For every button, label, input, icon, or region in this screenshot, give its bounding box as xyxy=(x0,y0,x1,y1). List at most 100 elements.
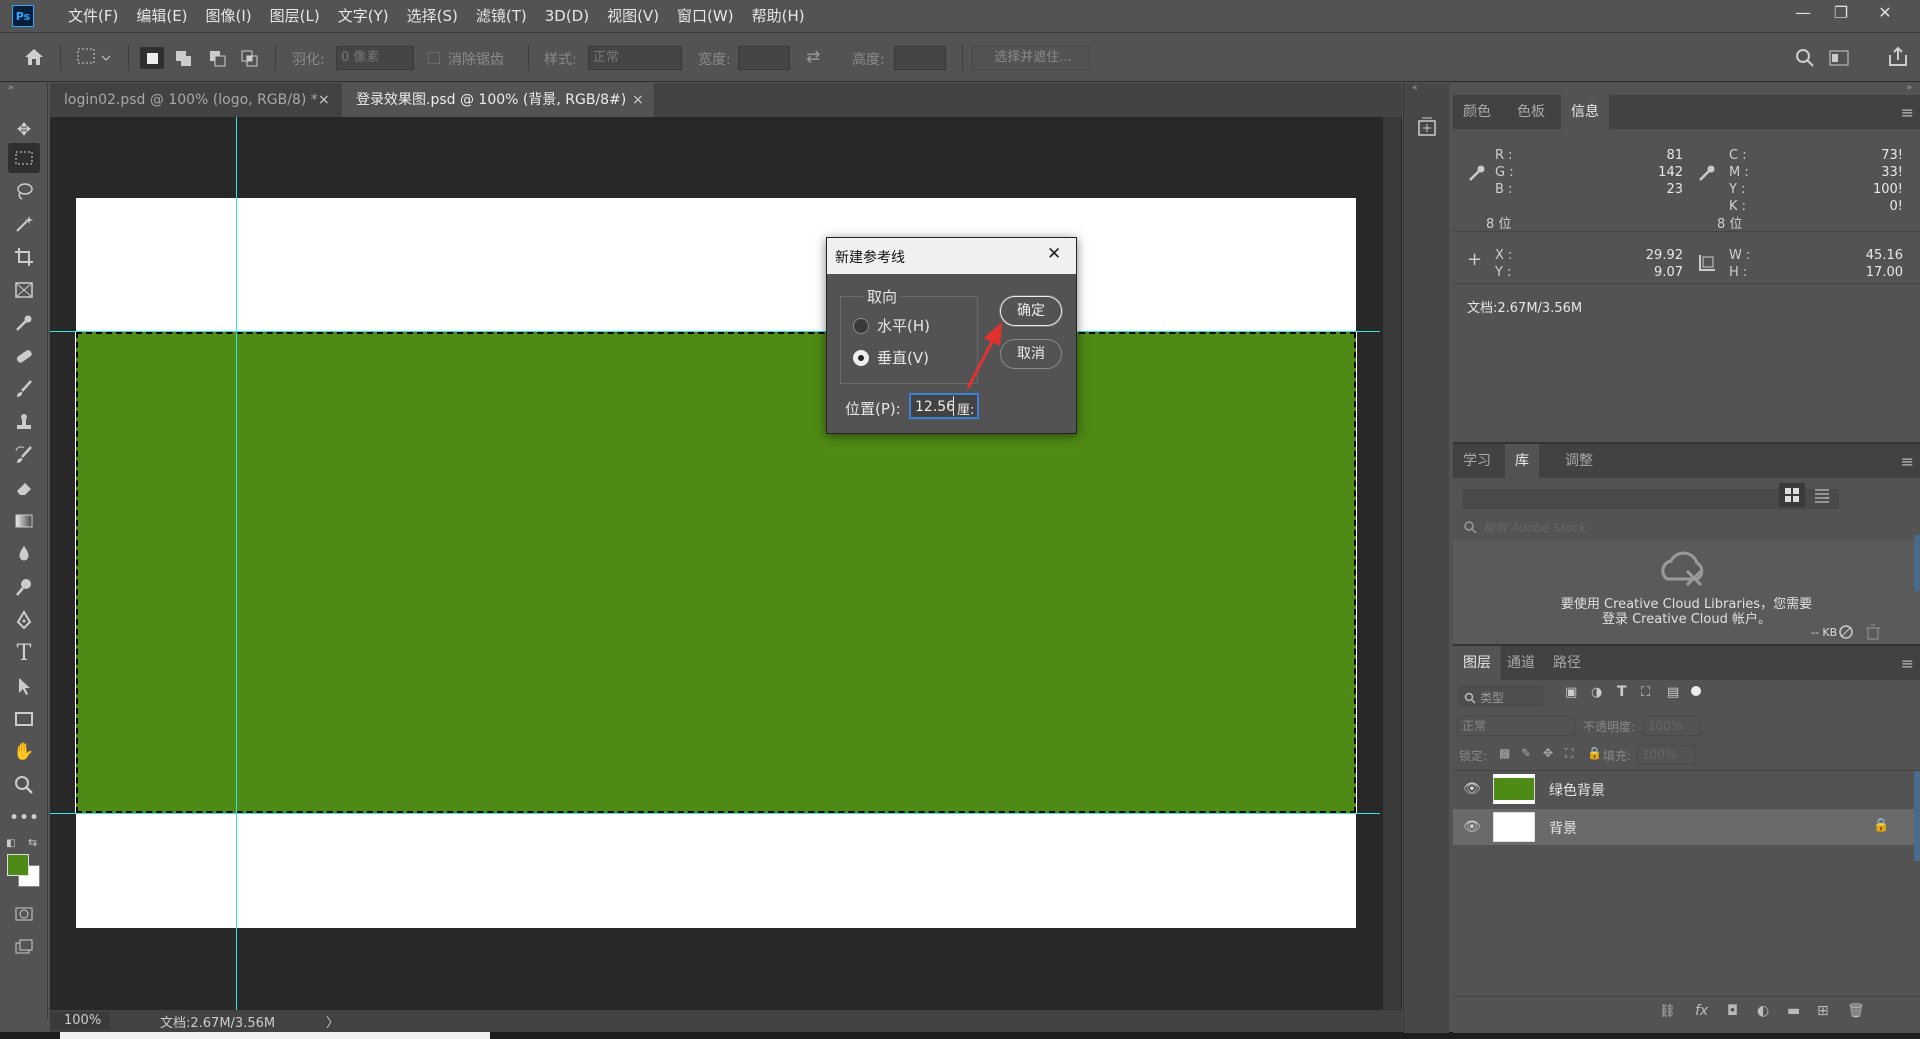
style-select[interactable]: 正常 xyxy=(588,46,682,70)
more-tools-icon[interactable]: ••• xyxy=(8,803,40,833)
collapse-right-icon[interactable]: » xyxy=(1906,83,1912,93)
hand-icon[interactable]: ✋ xyxy=(8,737,40,767)
menu-view[interactable]: 视图(V) xyxy=(598,0,668,32)
tab-learn[interactable]: 学习 xyxy=(1453,444,1501,478)
clone-stamp-icon[interactable] xyxy=(8,407,40,437)
tab-close-icon[interactable]: × xyxy=(318,83,330,117)
cancel-button[interactable]: 取消 xyxy=(1000,339,1062,369)
vertical-guide[interactable] xyxy=(236,117,237,1010)
grid-view-icon[interactable] xyxy=(1779,483,1805,507)
subtract-selection-icon[interactable] xyxy=(206,47,230,69)
layer-row-background[interactable]: 👁 背景 🔒 xyxy=(1453,809,1920,845)
vertical-radio-label[interactable]: 垂直(V) xyxy=(877,347,929,368)
horizontal-radio[interactable] xyxy=(853,318,869,334)
adjustment-icon[interactable]: ◐ xyxy=(1757,1003,1769,1019)
menu-filter[interactable]: 滤镜(T) xyxy=(467,0,536,32)
zoom-field[interactable]: 100% xyxy=(50,1012,110,1030)
opacity-input[interactable]: 100% xyxy=(1643,716,1701,736)
stock-search-input[interactable]: 搜索 Adobe Stock xyxy=(1483,519,1586,536)
tab-swatches[interactable]: 色板 xyxy=(1507,95,1555,129)
mask-icon[interactable]: ◘ xyxy=(1727,1003,1738,1019)
rectangular-marquee-icon[interactable] xyxy=(8,143,40,173)
status-menu-arrow[interactable]: 〉 xyxy=(326,1012,339,1031)
filter-shape-icon[interactable]: ⛶ xyxy=(1641,685,1650,700)
healing-brush-icon[interactable] xyxy=(8,341,40,371)
menu-help[interactable]: 帮助(H) xyxy=(743,0,814,32)
select-and-mask-button[interactable]: 选择并遮住... xyxy=(972,46,1090,70)
tab-channels[interactable]: 通道 xyxy=(1497,646,1545,680)
blur-icon[interactable] xyxy=(8,539,40,569)
lock-image-icon[interactable]: ✎ xyxy=(1521,746,1531,760)
move-tool-icon[interactable]: ✥ xyxy=(8,115,40,145)
dialog-close-icon[interactable]: ✕ xyxy=(1047,244,1061,264)
link-icon[interactable]: ⛓ xyxy=(1659,1004,1676,1019)
dodge-icon[interactable] xyxy=(8,572,40,602)
magic-wand-icon[interactable] xyxy=(8,209,40,239)
lock-transparent-icon[interactable]: ▩ xyxy=(1499,746,1510,760)
tab-info[interactable]: 信息 xyxy=(1561,95,1609,129)
screen-mode-icon[interactable] xyxy=(8,932,40,962)
horizontal-radio-label[interactable]: 水平(H) xyxy=(877,315,930,336)
swap-colors-icon[interactable]: ⇆ xyxy=(28,836,37,849)
horizontal-guide-bottom[interactable] xyxy=(50,813,1380,814)
menu-3d[interactable]: 3D(D) xyxy=(536,0,598,32)
lock-all-icon[interactable]: 🔒 xyxy=(1587,746,1602,760)
path-selection-icon[interactable] xyxy=(8,671,40,701)
menu-layer[interactable]: 图层(L) xyxy=(261,0,329,32)
trash-icon[interactable]: 🗑 xyxy=(1847,1003,1865,1019)
lock-position-icon[interactable]: ✥ xyxy=(1543,746,1553,760)
visibility-eye-icon[interactable]: 👁 xyxy=(1463,781,1481,797)
green-background-selection[interactable] xyxy=(75,331,1357,814)
vertical-radio[interactable] xyxy=(853,350,869,366)
eraser-icon[interactable] xyxy=(8,473,40,503)
swap-icon[interactable]: ⇄ xyxy=(806,47,820,67)
folder-icon[interactable]: ▬ xyxy=(1787,1003,1800,1019)
panel-menu-icon[interactable]: ≡ xyxy=(1901,103,1914,122)
filter-smart-object-icon[interactable]: ▤ xyxy=(1667,685,1679,700)
frame-icon[interactable] xyxy=(8,275,40,305)
layer-lock-icon[interactable]: 🔒 xyxy=(1873,818,1889,833)
panel-menu-icon[interactable]: ≡ xyxy=(1901,452,1914,471)
eyedropper-icon[interactable] xyxy=(8,308,40,338)
menu-select[interactable]: 选择(S) xyxy=(398,0,467,32)
blend-mode-select[interactable]: 正常 xyxy=(1457,716,1575,736)
history-panel-icon[interactable] xyxy=(1416,115,1438,143)
tab-close-icon[interactable]: × xyxy=(632,83,644,117)
new-layer-icon[interactable]: ⊞ xyxy=(1817,1003,1829,1019)
collapse-icon[interactable]: » xyxy=(8,83,14,93)
layer-name[interactable]: 绿色背景 xyxy=(1549,780,1605,800)
workspace-icon[interactable] xyxy=(1828,47,1852,73)
position-value[interactable]: 12.56 xyxy=(915,399,955,415)
tab-login-effect[interactable]: 登录效果图.psd @ 100% (背景, RGB/8#) × xyxy=(342,83,654,117)
tab-libraries[interactable]: 库 xyxy=(1505,444,1539,478)
menu-window[interactable]: 窗口(W) xyxy=(668,0,743,32)
menu-image[interactable]: 图像(I) xyxy=(197,0,261,32)
brush-icon[interactable] xyxy=(8,374,40,404)
zoom-icon[interactable] xyxy=(8,770,40,800)
marquee-preset-icon[interactable] xyxy=(76,46,112,68)
tab-color[interactable]: 颜色 xyxy=(1453,95,1501,129)
intersect-selection-icon[interactable] xyxy=(238,47,262,69)
list-view-icon[interactable] xyxy=(1809,483,1835,507)
canvas-scrollbar[interactable] xyxy=(1383,117,1401,1010)
panel-menu-icon[interactable]: ≡ xyxy=(1901,654,1914,673)
history-brush-icon[interactable] xyxy=(8,440,40,470)
filter-adjustment-icon[interactable]: ◑ xyxy=(1591,685,1602,700)
quick-mask-icon[interactable] xyxy=(8,899,40,929)
feather-input[interactable]: 0 像素 xyxy=(336,46,414,70)
tab-paths[interactable]: 路径 xyxy=(1543,646,1591,680)
home-icon[interactable] xyxy=(22,46,46,68)
visibility-eye-icon[interactable]: 👁 xyxy=(1463,819,1481,835)
height-input[interactable] xyxy=(894,46,946,70)
pen-icon[interactable] xyxy=(8,605,40,635)
type-icon[interactable]: T xyxy=(8,638,40,668)
layer-filter-select[interactable]: 类型 xyxy=(1459,686,1543,706)
lock-artboard-icon[interactable]: ⛶ xyxy=(1565,746,1573,761)
menu-type[interactable]: 文字(Y) xyxy=(329,0,398,32)
close-window-button[interactable]: ✕ xyxy=(1862,0,1908,28)
position-field[interactable]: 12.56 厘: xyxy=(909,393,979,419)
antialias-checkbox[interactable] xyxy=(428,52,440,64)
tab-adjustments[interactable]: 调整 xyxy=(1555,444,1603,478)
fill-input[interactable]: 100% xyxy=(1637,745,1695,765)
lasso-icon[interactable] xyxy=(8,176,40,206)
